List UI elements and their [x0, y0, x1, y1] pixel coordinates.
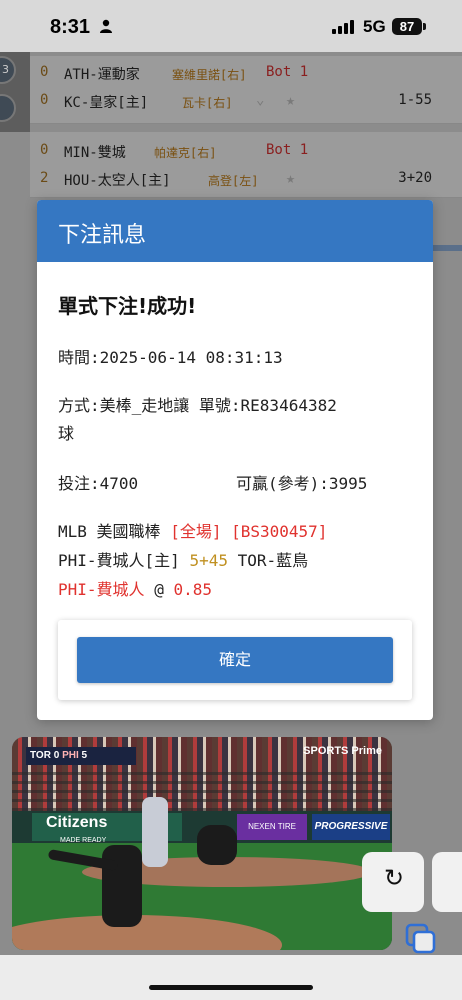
match-row-away: 0 MIN-雙城 帕達克[右] Bot 1: [30, 138, 462, 164]
side-panel-card-2[interactable]: [432, 852, 462, 912]
match-score: 0: [40, 64, 49, 80]
video-batter: [142, 797, 168, 867]
bet-odds: 0.85: [173, 580, 212, 599]
strip-badge[interactable]: 3: [0, 56, 16, 84]
scorebug-away-score: 0: [53, 750, 60, 761]
battery-indicator: 87: [392, 18, 422, 35]
success-message: 單式下注!成功!: [58, 294, 197, 318]
match-team: MIN-雙城: [64, 145, 126, 161]
match-item[interactable]: 0 MIN-雙城 帕達克[右] Bot 1 2 HOU-太空人[主] 高登[左]…: [30, 132, 462, 198]
rotate-arrow-icon[interactable]: ↻: [384, 864, 404, 892]
status-bar: 8:31 5G 87: [0, 0, 462, 52]
copy-icon[interactable]: [404, 922, 438, 956]
chevron-down-icon[interactable]: ⌄: [256, 92, 264, 108]
bet-confirmation-dialog: 下注訊息 單式下注!成功! 時間:2025-06-14 08:31:13 方式:…: [37, 200, 433, 720]
bet-home-team: PHI-費城人[主]: [58, 551, 180, 570]
dialog-header: 下注訊息: [37, 200, 433, 262]
bet-stake: 投注:4700: [58, 474, 139, 493]
bet-away-team: TOR-藍鳥: [237, 551, 309, 570]
dialog-footer: 確定: [58, 620, 412, 700]
video-pitcher: [102, 845, 142, 927]
match-inning: Bot 1: [266, 142, 309, 158]
ad-nexen: NEXEN TIRE: [237, 814, 307, 840]
match-row-away: 0 ATH-運動家 塞維里諾[右] Bot 1: [30, 60, 462, 86]
video-crowd-shade: [12, 767, 392, 811]
signal-icon: [332, 20, 354, 34]
bet-time: 時間:2025-06-14 08:31:13: [58, 348, 283, 367]
bet-method: 方式:美棒_走地讓 單號:RE83464382: [58, 396, 337, 415]
ad-progressive: PROGRESSIVE: [312, 814, 390, 840]
match-score: 0: [40, 142, 49, 158]
bottom-toolbar: [0, 955, 462, 1000]
star-icon[interactable]: ★: [286, 169, 295, 187]
ad-citizens-text: Citizens: [46, 814, 108, 831]
video-network-logo: SPORTS Prime: [303, 745, 382, 757]
video-pip[interactable]: TOR 0 PHI 5 SPORTS Prime Citizens MADE R…: [12, 737, 392, 950]
bet-potential-win: 可贏(參考):3995: [236, 474, 368, 493]
strip-button[interactable]: [0, 94, 16, 122]
bet-handicap: 5+45: [189, 551, 228, 570]
match-team: KC-皇家[主]: [64, 95, 149, 111]
bet-method-cont: 球: [58, 424, 75, 443]
background-accent-bar: [432, 245, 462, 251]
bet-league: MLB 美國職棒: [58, 522, 161, 541]
bet-pick-line: PHI-費城人 @ 0.85: [58, 576, 212, 600]
star-icon[interactable]: ★: [286, 91, 295, 109]
match-item[interactable]: 0 ATH-運動家 塞維里諾[右] Bot 1 0 KC-皇家[主] 瓦卡[右]…: [30, 56, 462, 124]
match-pitcher: 高登[左]: [208, 174, 259, 188]
match-row-home: 2 HOU-太空人[主] 高登[左] ★ 3+20: [30, 166, 462, 192]
status-time: 8:31: [50, 16, 91, 38]
match-score: 2: [40, 170, 49, 186]
bet-period: [全場]: [170, 522, 222, 541]
network-label: 5G: [363, 17, 386, 36]
person-icon: [100, 19, 112, 33]
home-indicator[interactable]: [149, 985, 313, 990]
match-line: 3+20: [398, 170, 432, 186]
bet-pick-team: PHI-費城人: [58, 580, 145, 599]
match-pitcher: 瓦卡[右]: [182, 96, 233, 110]
battery-tip: [423, 23, 426, 30]
scorebug-away: TOR: [30, 750, 51, 761]
bet-league-line: MLB 美國職棒 [全場] [BS300457]: [58, 518, 327, 542]
match-pitcher: 帕達克[右]: [154, 146, 217, 160]
video-scorebug: TOR 0 PHI 5: [26, 747, 136, 765]
match-inning: Bot 1: [266, 64, 309, 80]
bet-code: [BS300457]: [231, 522, 328, 541]
scorebug-home: PHI: [62, 750, 79, 761]
bet-at: @: [154, 580, 164, 599]
match-score: 0: [40, 92, 49, 108]
scorebug-home-score: 5: [81, 750, 88, 761]
match-row-home: 0 KC-皇家[主] 瓦卡[右] ⌄ ★ 1-55: [30, 88, 462, 114]
match-team: HOU-太空人[主]: [64, 173, 171, 189]
left-strip: 3: [0, 52, 30, 132]
match-team: ATH-運動家: [64, 67, 140, 83]
dialog-title: 下注訊息: [58, 223, 147, 248]
match-pitcher: 塞維里諾[右]: [172, 68, 247, 82]
confirm-button[interactable]: 確定: [77, 637, 393, 683]
bet-teams-line: PHI-費城人[主] 5+45 TOR-藍鳥: [58, 547, 308, 571]
match-line: 1-55: [398, 92, 432, 108]
video-catcher: [197, 825, 237, 865]
